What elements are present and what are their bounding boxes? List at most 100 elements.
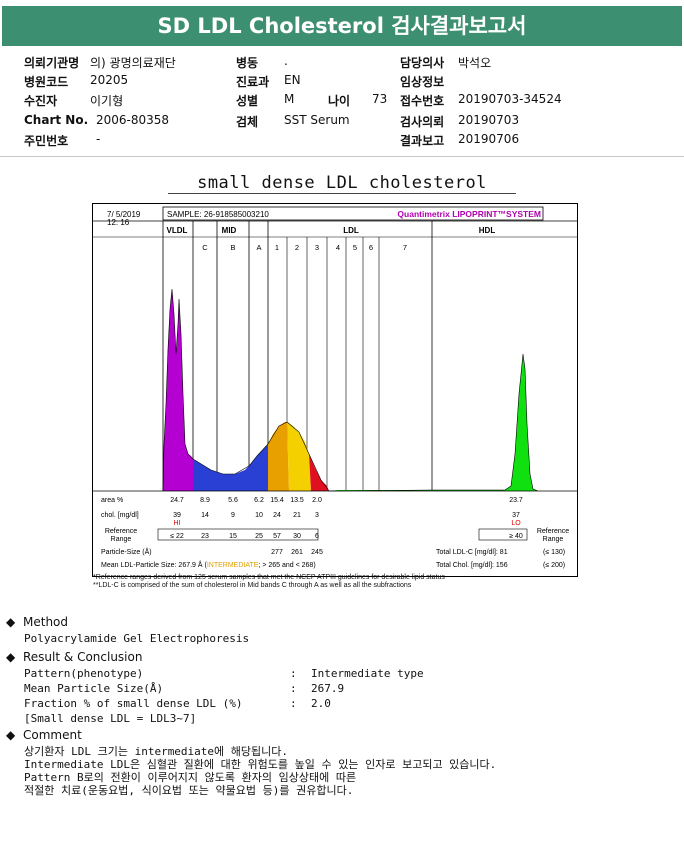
- area-value: 15.4: [270, 497, 284, 504]
- info-value: SST Serum: [284, 113, 350, 127]
- result-value: 2.0: [311, 697, 331, 710]
- info-label: 의뢰기관명: [24, 56, 80, 70]
- hdl-flag: LO: [511, 520, 521, 527]
- result-sep: :: [290, 697, 297, 710]
- result-note: [Small dense LDL = LDL3~7]: [24, 712, 197, 725]
- sample-id: SAMPLE: 26-918585003210: [167, 210, 269, 219]
- info-label: 수진자: [24, 94, 58, 108]
- info-value: 2006-80358: [96, 113, 170, 127]
- group-label: HDL: [479, 226, 496, 235]
- result-heading: ◆ Result & Conclusion: [6, 650, 142, 664]
- group-label: MID: [222, 226, 237, 235]
- ref-label-1: Reference: [105, 528, 137, 535]
- ldl1-band: [268, 422, 289, 491]
- band-label: 7: [403, 243, 407, 252]
- method-heading: ◆ Method: [6, 615, 68, 629]
- section-underline: [168, 193, 516, 194]
- comment-line: 적절한 치료(운동요법, 식이요법 또는 약물요법 등)를 권유합니다.: [24, 784, 354, 797]
- chol-value: 10: [255, 512, 263, 519]
- chol-value: 39: [173, 512, 181, 519]
- result-value: 267.9: [311, 682, 345, 695]
- particle-size-value: 245: [311, 549, 323, 556]
- result-label: Pattern(phenotype): [24, 667, 144, 680]
- band-label: 5: [353, 243, 357, 252]
- ref-label-2: Range: [111, 536, 132, 543]
- divider: [0, 156, 684, 157]
- info-value: M: [284, 92, 295, 106]
- diamond-icon: ◆: [6, 650, 16, 664]
- info-label: 진료과: [236, 75, 270, 89]
- result-label: Mean Particle Size(Å): [24, 682, 164, 695]
- ref-value: 25: [255, 533, 263, 540]
- mean-size-suffix: ; > 265 and < 268): [258, 562, 315, 569]
- ref-right-2: Range: [543, 536, 564, 543]
- chol-value: 21: [293, 512, 301, 519]
- group-label: VLDL: [167, 226, 188, 235]
- info-label: 병원코드: [24, 75, 69, 89]
- comment-heading-text: Comment: [23, 728, 82, 742]
- chol-value: 14: [201, 512, 209, 519]
- info-value: 의) 광명의료재단: [90, 56, 176, 70]
- ref-value: 23: [201, 533, 209, 540]
- band-label: C: [202, 243, 208, 252]
- info-label: 성별: [236, 94, 259, 108]
- info-value: EN: [284, 73, 301, 87]
- report-header: SD LDL Cholesterol 검사결과보고서: [0, 0, 684, 52]
- ref-value: 57: [273, 533, 281, 540]
- hdl-peak: [329, 354, 538, 491]
- chol-value: 3: [315, 512, 319, 519]
- info-value: 20190703-34524: [458, 92, 562, 106]
- particle-size-label: Particle-Size (Å): [101, 547, 152, 556]
- diamond-icon: ◆: [6, 615, 16, 629]
- section-title: small dense LDL cholesterol: [197, 173, 487, 193]
- band-label: 3: [315, 243, 319, 252]
- area-value: 5.6: [228, 497, 238, 504]
- comment-heading: ◆ Comment: [6, 728, 82, 742]
- info-label: 병동: [236, 56, 259, 70]
- mean-size-class: INTERMEDIATE: [207, 562, 259, 569]
- group-label: LDL: [343, 226, 359, 235]
- age-label: 나이: [328, 94, 351, 108]
- info-label: 검체: [236, 115, 259, 129]
- diamond-icon: ◆: [6, 728, 16, 742]
- chart-time: 12: 16: [107, 218, 130, 227]
- area-value: 8.9: [200, 497, 210, 504]
- profile-outline: [162, 288, 539, 492]
- band-label: A: [256, 243, 261, 252]
- result-sep: :: [290, 667, 297, 680]
- band-label: B: [230, 243, 235, 252]
- info-label: Chart No.: [24, 113, 89, 127]
- info-value: 20205: [90, 73, 129, 87]
- mid-band: [193, 444, 268, 491]
- info-label: 결과보고: [400, 134, 445, 148]
- ref-value: 6: [315, 533, 319, 540]
- total-ldl: Total LDL-C [mg/dl]: 81: [436, 549, 508, 556]
- info-label: 검사의뢰: [400, 115, 445, 129]
- band-label: 4: [336, 243, 340, 252]
- info-label: 담당의사: [400, 56, 445, 70]
- total-chol-range: (≤ 200): [543, 562, 565, 569]
- info-label: 주민번호: [24, 134, 69, 148]
- info-value: -: [96, 132, 101, 146]
- result-sep: :: [290, 682, 297, 695]
- info-value: 박석오: [458, 56, 492, 70]
- particle-size-value: 261: [291, 549, 303, 556]
- ref-value: 30: [293, 533, 301, 540]
- info-value: .: [284, 54, 288, 68]
- chol-value: 9: [231, 512, 235, 519]
- particle-size-value: 277: [271, 549, 283, 556]
- chart-svg: 7/ 5/2019 12: 16 SAMPLE: 26-918585003210…: [93, 206, 577, 569]
- mean-size-prefix: Mean LDL-Particle Size: 267.9 Å (: [101, 560, 207, 569]
- area-value: 13.5: [290, 497, 304, 504]
- area-value: 6.2: [254, 497, 264, 504]
- age-value: 73: [372, 92, 388, 106]
- result-label: Fraction % of small dense LDL (%): [24, 697, 243, 710]
- area-value: 2.0: [312, 497, 322, 504]
- chol-row-label: chol. [mg/dl]: [101, 512, 139, 519]
- method-heading-text: Method: [23, 615, 69, 629]
- footnote-2: **LDL-C is comprised of the sum of chole…: [93, 582, 412, 589]
- report-title: SD LDL Cholesterol 검사결과보고서: [157, 14, 527, 38]
- lipoprint-chart: 7/ 5/2019 12: 16 SAMPLE: 26-918585003210…: [92, 203, 578, 577]
- method-text: Polyacrylamide Gel Electrophoresis: [24, 632, 250, 645]
- area-value: 24.7: [170, 497, 184, 504]
